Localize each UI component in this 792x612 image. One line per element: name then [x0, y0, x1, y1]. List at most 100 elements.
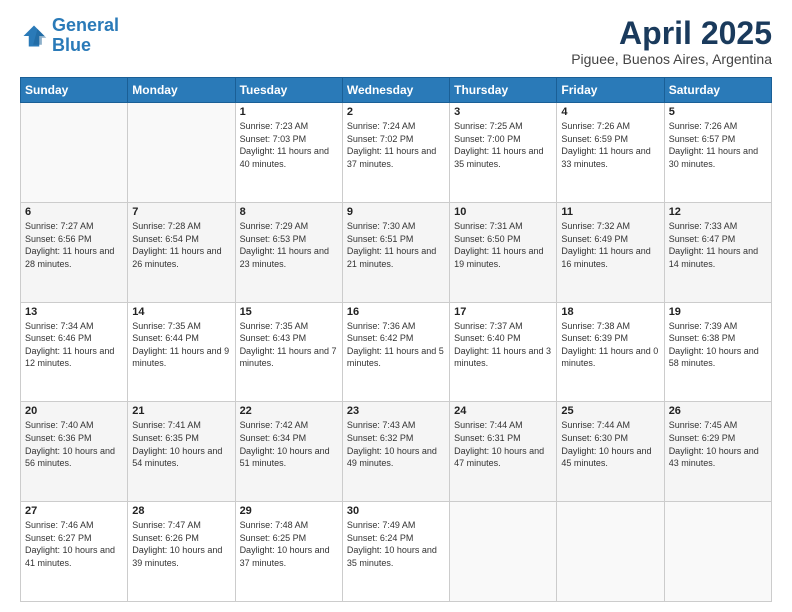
day-info: Sunrise: 7:31 AM Sunset: 6:50 PM Dayligh… — [454, 220, 552, 270]
table-row: 24Sunrise: 7:44 AM Sunset: 6:31 PM Dayli… — [450, 402, 557, 502]
calendar-week-row: 20 Sunrise: 7:40 AM Sunset: 6:36 PM Dayli… — [21, 402, 772, 502]
day-info: Sunrise: 7:40 AM Sunset: 6:36 PM Dayligh… — [25, 419, 123, 469]
logo-blue: Blue — [52, 35, 91, 55]
day-number: 13 — [25, 306, 123, 318]
table-row: 12 Sunrise: 7:33 AM Sunset: 6:47 PM Dayli… — [664, 202, 771, 302]
calendar-week-row: 6Sunrise: 7:27 AM Sunset: 6:56 PM Daylig… — [21, 202, 772, 302]
subtitle: Piguee, Buenos Aires, Argentina — [571, 51, 772, 67]
calendar-week-row: 1 Sunrise: 7:23 AM Sunset: 7:03 PM Daylig… — [21, 103, 772, 203]
table-row: 3Sunrise: 7:25 AM Sunset: 7:00 PM Daylig… — [450, 103, 557, 203]
day-number: 22 — [240, 405, 338, 417]
table-row: 23Sunrise: 7:43 AM Sunset: 6:32 PM Dayli… — [342, 402, 449, 502]
calendar-header-row: Sunday Monday Tuesday Wednesday Thursday… — [21, 78, 772, 103]
day-info: Sunrise: 7:34 AM Sunset: 6:46 PM Dayligh… — [25, 320, 123, 370]
day-number: 28 — [132, 505, 230, 517]
table-row: 10 Sunrise: 7:31 AM Sunset: 6:50 PM Dayli… — [450, 202, 557, 302]
day-info: Sunrise: 7:42 AM Sunset: 6:34 PM Dayligh… — [240, 419, 338, 469]
day-number: 11 — [561, 206, 659, 218]
day-number: 24 — [454, 405, 552, 417]
day-number: 18 — [561, 306, 659, 318]
day-info: Sunrise: 7:41 AM Sunset: 6:35 PM Dayligh… — [132, 419, 230, 469]
col-saturday: Saturday — [664, 78, 771, 103]
day-info: Sunrise: 7:39 AM Sunset: 6:38 PM Dayligh… — [669, 320, 767, 370]
day-info: Sunrise: 7:26 AM Sunset: 6:59 PM Dayligh… — [561, 120, 659, 170]
day-number: 4 — [561, 106, 659, 118]
day-number: 1 — [240, 106, 338, 118]
day-number: 6 — [25, 206, 123, 218]
day-number: 20 — [25, 405, 123, 417]
table-row: 8 Sunrise: 7:29 AM Sunset: 6:53 PM Daylig… — [235, 202, 342, 302]
table-row: 27Sunrise: 7:46 AM Sunset: 6:27 PM Dayli… — [21, 502, 128, 602]
day-info: Sunrise: 7:28 AM Sunset: 6:54 PM Dayligh… — [132, 220, 230, 270]
table-row: 7 Sunrise: 7:28 AM Sunset: 6:54 PM Daylig… — [128, 202, 235, 302]
day-number: 15 — [240, 306, 338, 318]
day-info: Sunrise: 7:36 AM Sunset: 6:42 PM Dayligh… — [347, 320, 445, 370]
table-row: 15 Sunrise: 7:35 AM Sunset: 6:43 PM Dayli… — [235, 302, 342, 402]
table-row: 29Sunrise: 7:48 AM Sunset: 6:25 PM Dayli… — [235, 502, 342, 602]
table-row: 19 Sunrise: 7:39 AM Sunset: 6:38 PM Dayli… — [664, 302, 771, 402]
page: General Blue April 2025 Piguee, Buenos A… — [0, 0, 792, 612]
day-info: Sunrise: 7:29 AM Sunset: 6:53 PM Dayligh… — [240, 220, 338, 270]
day-number: 25 — [561, 405, 659, 417]
day-info: Sunrise: 7:35 AM Sunset: 6:43 PM Dayligh… — [240, 320, 338, 370]
logo-text: General Blue — [52, 16, 119, 56]
table-row: 18 Sunrise: 7:38 AM Sunset: 6:39 PM Dayli… — [557, 302, 664, 402]
calendar-week-row: 27Sunrise: 7:46 AM Sunset: 6:27 PM Dayli… — [21, 502, 772, 602]
day-info: Sunrise: 7:44 AM Sunset: 6:30 PM Dayligh… — [561, 419, 659, 469]
logo: General Blue — [20, 16, 119, 56]
table-row — [128, 103, 235, 203]
table-row: 11 Sunrise: 7:32 AM Sunset: 6:49 PM Dayli… — [557, 202, 664, 302]
day-info: Sunrise: 7:26 AM Sunset: 6:57 PM Dayligh… — [669, 120, 767, 170]
day-info: Sunrise: 7:46 AM Sunset: 6:27 PM Dayligh… — [25, 519, 123, 569]
day-info: Sunrise: 7:35 AM Sunset: 6:44 PM Dayligh… — [132, 320, 230, 370]
table-row: 21Sunrise: 7:41 AM Sunset: 6:35 PM Dayli… — [128, 402, 235, 502]
day-number: 5 — [669, 106, 767, 118]
title-block: April 2025 Piguee, Buenos Aires, Argenti… — [571, 16, 772, 67]
day-number: 12 — [669, 206, 767, 218]
day-number: 19 — [669, 306, 767, 318]
table-row: 1 Sunrise: 7:23 AM Sunset: 7:03 PM Daylig… — [235, 103, 342, 203]
day-info: Sunrise: 7:33 AM Sunset: 6:47 PM Dayligh… — [669, 220, 767, 270]
main-title: April 2025 — [571, 16, 772, 51]
col-monday: Monday — [128, 78, 235, 103]
day-number: 26 — [669, 405, 767, 417]
day-number: 8 — [240, 206, 338, 218]
day-number: 14 — [132, 306, 230, 318]
col-wednesday: Wednesday — [342, 78, 449, 103]
table-row: 6Sunrise: 7:27 AM Sunset: 6:56 PM Daylig… — [21, 202, 128, 302]
table-row — [557, 502, 664, 602]
table-row: 4 Sunrise: 7:26 AM Sunset: 6:59 PM Daylig… — [557, 103, 664, 203]
logo-icon — [20, 22, 48, 50]
table-row — [450, 502, 557, 602]
day-info: Sunrise: 7:23 AM Sunset: 7:03 PM Dayligh… — [240, 120, 338, 170]
header: General Blue April 2025 Piguee, Buenos A… — [20, 16, 772, 67]
col-friday: Friday — [557, 78, 664, 103]
table-row: 28Sunrise: 7:47 AM Sunset: 6:26 PM Dayli… — [128, 502, 235, 602]
day-info: Sunrise: 7:38 AM Sunset: 6:39 PM Dayligh… — [561, 320, 659, 370]
col-thursday: Thursday — [450, 78, 557, 103]
table-row: 16Sunrise: 7:36 AM Sunset: 6:42 PM Dayli… — [342, 302, 449, 402]
day-info: Sunrise: 7:37 AM Sunset: 6:40 PM Dayligh… — [454, 320, 552, 370]
table-row: 5 Sunrise: 7:26 AM Sunset: 6:57 PM Daylig… — [664, 103, 771, 203]
calendar-table: Sunday Monday Tuesday Wednesday Thursday… — [20, 77, 772, 602]
day-number: 7 — [132, 206, 230, 218]
day-number: 2 — [347, 106, 445, 118]
day-number: 9 — [347, 206, 445, 218]
day-info: Sunrise: 7:49 AM Sunset: 6:24 PM Dayligh… — [347, 519, 445, 569]
col-tuesday: Tuesday — [235, 78, 342, 103]
table-row: 20 Sunrise: 7:40 AM Sunset: 6:36 PM Dayli… — [21, 402, 128, 502]
table-row: 17 Sunrise: 7:37 AM Sunset: 6:40 PM Dayli… — [450, 302, 557, 402]
day-info: Sunrise: 7:24 AM Sunset: 7:02 PM Dayligh… — [347, 120, 445, 170]
logo-general: General — [52, 15, 119, 35]
table-row: 14 Sunrise: 7:35 AM Sunset: 6:44 PM Dayli… — [128, 302, 235, 402]
day-number: 17 — [454, 306, 552, 318]
calendar-week-row: 13 Sunrise: 7:34 AM Sunset: 6:46 PM Dayli… — [21, 302, 772, 402]
day-number: 10 — [454, 206, 552, 218]
table-row: 25 Sunrise: 7:44 AM Sunset: 6:30 PM Dayli… — [557, 402, 664, 502]
table-row: 9Sunrise: 7:30 AM Sunset: 6:51 PM Daylig… — [342, 202, 449, 302]
table-row: 2 Sunrise: 7:24 AM Sunset: 7:02 PM Daylig… — [342, 103, 449, 203]
day-info: Sunrise: 7:32 AM Sunset: 6:49 PM Dayligh… — [561, 220, 659, 270]
table-row — [21, 103, 128, 203]
day-info: Sunrise: 7:48 AM Sunset: 6:25 PM Dayligh… — [240, 519, 338, 569]
day-number: 3 — [454, 106, 552, 118]
